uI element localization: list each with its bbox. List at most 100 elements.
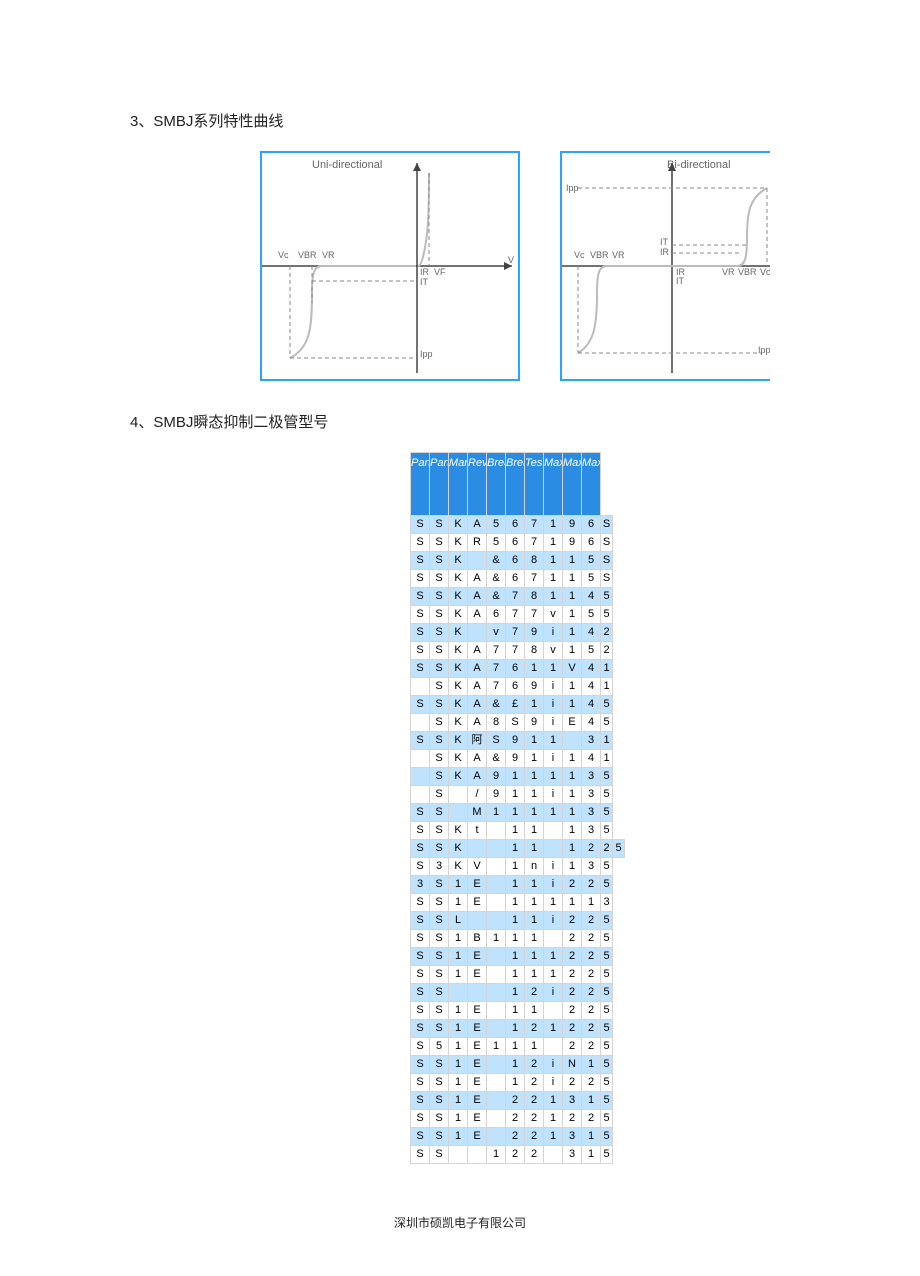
table-cell: 1 (544, 1020, 563, 1038)
table-cell: 2 (563, 1074, 582, 1092)
table-cell (487, 1020, 506, 1038)
table-cell: S (430, 948, 449, 966)
table-cell: 1 (449, 1002, 468, 1020)
table-cell: 1 (525, 894, 544, 912)
table-row: SKA769i141 (411, 678, 625, 696)
table-cell: 1 (506, 1038, 525, 1056)
table-cell: 8 (525, 552, 544, 570)
table-cell: S (601, 534, 613, 552)
table-cell: 2 (582, 840, 601, 858)
table-cell: S (601, 570, 613, 588)
table-cell: £ (506, 696, 525, 714)
table-cell: 1 (525, 930, 544, 948)
table-cell (487, 858, 506, 876)
table-cell: 5 (601, 1146, 613, 1164)
table-cell: 1 (506, 858, 525, 876)
table-cell: 5 (601, 966, 613, 984)
table-row: S51E111 225 (411, 1038, 625, 1056)
table-row: SSK v79i142 (411, 624, 625, 642)
table-cell: 5 (601, 822, 613, 840)
table-cell: S (411, 1038, 430, 1056)
table-cell (468, 1146, 487, 1164)
table-cell: & (487, 750, 506, 768)
table-row: SS1B111 225 (411, 930, 625, 948)
table-cell: K (449, 768, 468, 786)
table-cell: S (430, 984, 449, 1002)
table-cell: 2 (525, 1092, 544, 1110)
table-cell: S (411, 1128, 430, 1146)
table-cell: & (487, 570, 506, 588)
table-cell: S (601, 552, 613, 570)
table-cell: S (430, 660, 449, 678)
table-cell: E (468, 894, 487, 912)
table-cell: K (449, 642, 468, 660)
table-cell: S (430, 822, 449, 840)
section-3-heading: 3、SMBJ系列特性曲线 (130, 110, 790, 131)
table-cell: 7 (506, 624, 525, 642)
table-cell: S (411, 1110, 430, 1128)
table-cell: A (468, 570, 487, 588)
chart1-it: IT (420, 277, 428, 287)
col-header-1: Part Number Bi (430, 453, 449, 516)
table-row: SSK 11 1225 (411, 840, 625, 858)
table-cell: K (449, 624, 468, 642)
table-cell: 2 (506, 1110, 525, 1128)
table-cell: 9 (487, 768, 506, 786)
table-cell: i (544, 696, 563, 714)
table-cell: 2 (525, 1056, 544, 1074)
table-row: SSKA&67115S (411, 570, 625, 588)
table-cell (449, 984, 468, 1002)
table-cell: 2 (563, 1002, 582, 1020)
table-cell: K (449, 840, 468, 858)
table-row: SKA&91i141 (411, 750, 625, 768)
table-cell: 1 (544, 1110, 563, 1128)
table-cell: & (487, 552, 506, 570)
table-cell: 1 (525, 840, 544, 858)
table-cell: 2 (563, 1020, 582, 1038)
table-cell: S (430, 894, 449, 912)
table-cell: K (449, 570, 468, 588)
table-row: S /911i135 (411, 786, 625, 804)
table-cell: i (544, 1056, 563, 1074)
table-cell: 6 (582, 534, 601, 552)
table-cell: 3 (563, 1092, 582, 1110)
table-cell: S (430, 1056, 449, 1074)
table-cell: 5 (601, 1128, 613, 1146)
table-cell: S (411, 840, 430, 858)
table-cell: 阿 (468, 732, 487, 750)
table-cell: E (468, 1020, 487, 1038)
table-cell: 1 (525, 1002, 544, 1020)
table-cell: 1 (449, 1128, 468, 1146)
table-cell: 2 (601, 642, 613, 660)
table-row: SSK阿S911 31 (411, 732, 625, 750)
table-cell: S (430, 1020, 449, 1038)
table-row: SS 122 315 (411, 1146, 625, 1164)
col-header-7: Maximum Reverse Leakage IR (544, 453, 563, 516)
table-cell: 3 (582, 804, 601, 822)
table-cell: M (468, 804, 487, 822)
table-cell: t (468, 822, 487, 840)
table-cell: 1 (563, 570, 582, 588)
table-cell: 1 (506, 1074, 525, 1092)
table-cell (468, 840, 487, 858)
table-cell: 7 (525, 534, 544, 552)
table-cell: 1 (449, 930, 468, 948)
table-cell: 3 (563, 1146, 582, 1164)
table-cell: 1 (506, 1002, 525, 1020)
table-cell: S (411, 732, 430, 750)
table-cell: 7 (506, 588, 525, 606)
table-cell: 6 (506, 660, 525, 678)
table-cell: 2 (506, 1128, 525, 1146)
table-cell: 4 (582, 660, 601, 678)
table-cell (487, 1128, 506, 1146)
table-cell: 1 (544, 948, 563, 966)
table-cell: S (430, 624, 449, 642)
table-cell: 1 (563, 894, 582, 912)
table-cell: 1 (506, 1020, 525, 1038)
table-cell: 1 (506, 930, 525, 948)
table-cell: S (430, 714, 449, 732)
table-cell: B (468, 930, 487, 948)
chart2-vr-r: VR (722, 267, 735, 277)
table-cell: 1 (525, 876, 544, 894)
table-cell: L (449, 912, 468, 930)
